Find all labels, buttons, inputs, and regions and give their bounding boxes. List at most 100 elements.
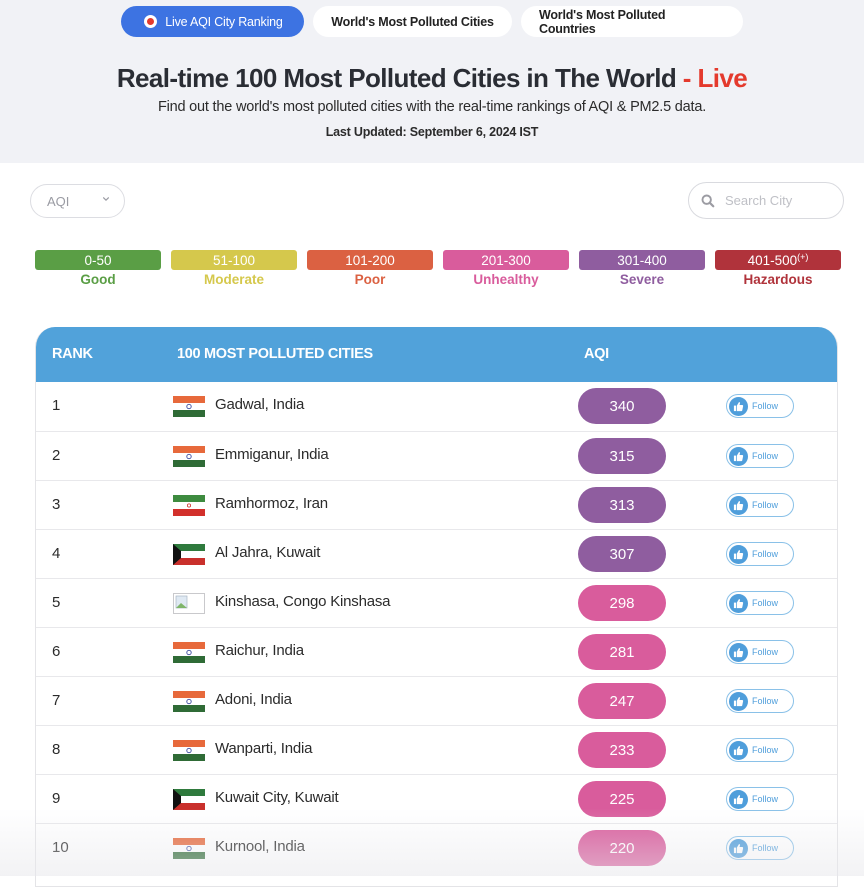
legend-range-bar: 301-400 <box>579 250 705 270</box>
hero-content: Live AQI City Ranking World's Most Pollu… <box>0 0 864 163</box>
follow-button[interactable]: Follow <box>726 542 794 566</box>
aqi-value-badge: 220 <box>578 830 666 866</box>
aqi-value: 233 <box>609 741 635 759</box>
aqi-value-badge: 298 <box>578 585 666 621</box>
table-row[interactable]: 4 Al Jahra, Kuwait 307 Follow <box>36 529 837 578</box>
table-row[interactable]: 6 Raichur, India 281 Follow <box>36 627 837 676</box>
rank-cell: 4 <box>52 545 61 562</box>
city-name[interactable]: Gadwal, India <box>215 396 304 413</box>
follow-label: Follow <box>752 500 779 510</box>
rank-cell: 3 <box>52 496 61 513</box>
city-name[interactable]: Adoni, India <box>215 691 292 708</box>
follow-button[interactable]: Follow <box>726 493 794 517</box>
follow-button[interactable]: Follow <box>726 591 794 615</box>
metric-select-value: AQI <box>47 193 70 209</box>
legend-item: 101-200 Poor <box>307 250 433 287</box>
legend-range-bar: 401-500 (+) <box>715 250 841 270</box>
aqi-value-badge: 307 <box>578 536 666 572</box>
live-dot-icon <box>144 15 158 28</box>
thumbs-up-icon <box>729 691 748 711</box>
table-row[interactable]: 2 Emmiganur, India 315 Follow <box>36 431 837 480</box>
thumbs-up-icon <box>729 396 748 416</box>
tab-label: World's Most Polluted Countries <box>539 7 666 36</box>
last-updated: Last Updated: September 6, 2024 IST <box>325 125 539 139</box>
aqi-value: 307 <box>609 545 635 563</box>
table-row[interactable]: 3 Ramhormoz, Iran 313 Follow <box>36 480 837 529</box>
aqi-value-badge: 225 <box>578 781 666 817</box>
table-row[interactable]: 8 Wanparti, India 233 Follow <box>36 725 837 774</box>
search-city-input[interactable] <box>725 193 825 208</box>
follow-button[interactable]: Follow <box>726 444 794 468</box>
aqi-value: 298 <box>609 594 635 612</box>
aqi-value: 315 <box>609 447 635 465</box>
city-name[interactable]: Kurnool, India <box>215 838 305 855</box>
ranking-tabs: Live AQI City Ranking World's Most Pollu… <box>0 6 864 37</box>
city-name[interactable]: Emmiganur, India <box>215 446 329 463</box>
aqi-value-badge: 281 <box>578 634 666 670</box>
rank-cell: 6 <box>52 643 61 660</box>
thumbs-up-icon <box>729 544 748 564</box>
india-flag-icon <box>173 740 205 761</box>
chevron-down-icon <box>103 197 109 202</box>
legend-item: 51-100 Moderate <box>171 250 297 287</box>
follow-button[interactable]: Follow <box>726 787 794 811</box>
india-flag-icon <box>173 691 205 712</box>
aqi-value-badge: 233 <box>578 732 666 768</box>
india-flag-icon <box>173 838 205 859</box>
follow-button[interactable]: Follow <box>726 836 794 860</box>
table-row[interactable]: 9 Kuwait City, Kuwait 225 Follow <box>36 774 837 823</box>
thumbs-up-icon <box>729 593 748 613</box>
legend-range: 201-300 <box>481 252 531 268</box>
rank-cell: 2 <box>52 447 61 464</box>
rank-cell: 7 <box>52 692 61 709</box>
legend-label: Unhealthy <box>473 272 539 287</box>
rank-cell: 1 <box>52 397 61 414</box>
city-name[interactable]: Kinshasa, Congo Kinshasa <box>215 593 391 610</box>
rankings-table: RANK 100 MOST POLLUTED CITIES AQI 1 Gadwa… <box>35 327 838 887</box>
aqi-value: 281 <box>609 643 635 661</box>
tab-most-polluted-cities[interactable]: World's Most Polluted Cities <box>313 6 512 37</box>
legend-range-suffix: (+) <box>797 252 809 262</box>
kuwait-flag-icon <box>173 789 205 810</box>
aqi-value: 340 <box>609 397 635 415</box>
thumbs-up-icon <box>729 446 748 466</box>
tab-live-aqi-city-ranking[interactable]: Live AQI City Ranking <box>121 6 304 37</box>
follow-label: Follow <box>752 451 779 461</box>
table-row[interactable]: 1 Gadwal, India 340 Follow <box>36 382 837 431</box>
kuwait-flag-icon <box>173 544 205 565</box>
metric-select[interactable]: AQI <box>30 184 125 218</box>
table-header: RANK 100 MOST POLLUTED CITIES AQI <box>36 327 837 382</box>
thumbs-up-icon <box>729 740 748 760</box>
city-name[interactable]: Kuwait City, Kuwait <box>215 789 339 806</box>
legend-range: 101-200 <box>345 252 395 268</box>
legend-item: 301-400 Severe <box>579 250 705 287</box>
follow-button[interactable]: Follow <box>726 640 794 664</box>
aqi-value-badge: 340 <box>578 388 666 424</box>
legend-item: 201-300 Unhealthy <box>443 250 569 287</box>
follow-button[interactable]: Follow <box>726 394 794 418</box>
tab-most-polluted-countries[interactable]: World's Most Polluted Countries <box>521 6 743 37</box>
india-flag-icon <box>173 642 205 663</box>
aqi-value-badge: 247 <box>578 683 666 719</box>
city-name[interactable]: Wanparti, India <box>215 740 313 757</box>
table-row[interactable]: 7 Adoni, India 247 Follow <box>36 676 837 725</box>
city-name[interactable]: Raichur, India <box>215 642 304 659</box>
aqi-legend: 0-50 Good 51-100 Moderate 101-200 Poor 201-300… <box>35 250 841 287</box>
page-title: Real-time 100 Most Polluted Cities in Th… <box>0 63 864 94</box>
follow-label: Follow <box>752 843 779 853</box>
tab-label: World's Most Polluted Cities <box>331 14 494 29</box>
city-name[interactable]: Ramhormoz, Iran <box>215 495 328 512</box>
table-row[interactable]: 10 Kurnool, India 220 Follow <box>36 823 837 872</box>
aqi-value: 225 <box>609 790 635 808</box>
aqi-value-badge: 313 <box>578 487 666 523</box>
follow-label: Follow <box>752 745 779 755</box>
india-flag-icon <box>173 446 205 467</box>
follow-button[interactable]: Follow <box>726 689 794 713</box>
search-box[interactable] <box>688 182 844 219</box>
table-row[interactable]: 5 Kinshasa, Congo Kinshasa 298 Follow <box>36 578 837 627</box>
legend-range-bar: 51-100 <box>171 250 297 270</box>
city-name[interactable]: Al Jahra, Kuwait <box>215 544 320 561</box>
title-text: Real-time 100 Most Polluted Cities in Th… <box>116 63 677 93</box>
follow-button[interactable]: Follow <box>726 738 794 762</box>
thumbs-up-icon <box>729 642 748 662</box>
